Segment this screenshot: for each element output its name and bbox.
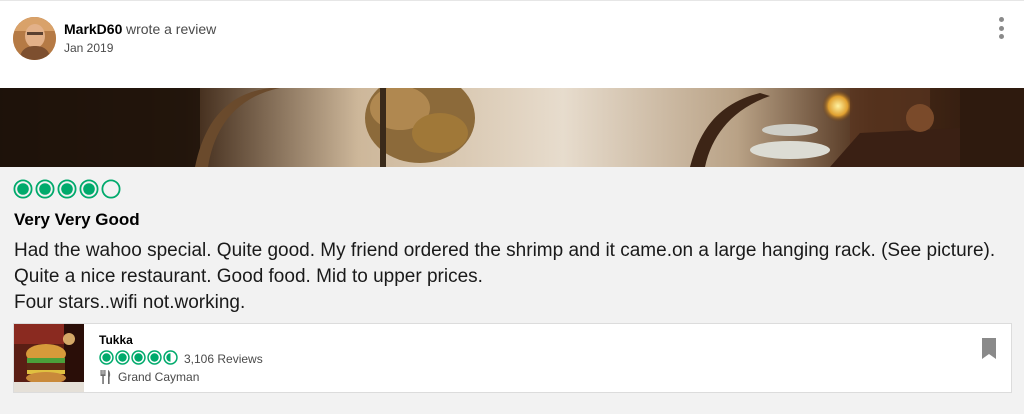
user-avatar[interactable] bbox=[13, 17, 56, 60]
place-card[interactable]: Tukka 3,106 Reviews Grand Cayman bbox=[13, 323, 1012, 393]
rating-bubble-empty-icon bbox=[101, 179, 121, 199]
rating-bubble-icon bbox=[13, 179, 33, 199]
place-rating bbox=[99, 350, 178, 365]
review-header: MarkD60 wrote a review Jan 2019 bbox=[0, 0, 1024, 88]
rating-bubble-icon bbox=[57, 179, 77, 199]
review-rating bbox=[13, 179, 121, 199]
fork-knife-icon bbox=[100, 370, 111, 384]
username[interactable]: MarkD60 bbox=[64, 21, 122, 37]
more-options-button[interactable] bbox=[990, 15, 1012, 41]
place-thumbnail[interactable] bbox=[14, 324, 84, 392]
rating-bubble-icon bbox=[99, 350, 114, 365]
review-title[interactable]: Very Very Good bbox=[14, 210, 140, 230]
review-date: Jan 2019 bbox=[64, 41, 114, 55]
rating-bubble-icon bbox=[79, 179, 99, 199]
dot-icon bbox=[998, 25, 1004, 31]
rating-bubble-icon bbox=[147, 350, 162, 365]
place-name[interactable]: Tukka bbox=[99, 333, 133, 347]
review-action-text: wrote a review bbox=[126, 21, 217, 37]
place-location-label: Grand Cayman bbox=[118, 370, 200, 384]
review-photo[interactable] bbox=[0, 88, 1024, 167]
dot-icon bbox=[998, 34, 1004, 39]
place-location: Grand Cayman bbox=[100, 370, 199, 384]
review-card: MarkD60 wrote a review Jan 2019 Very Ver… bbox=[0, 0, 1024, 414]
review-body: Had the wahoo special. Quite good. My fr… bbox=[14, 240, 996, 313]
rating-bubble-icon bbox=[131, 350, 146, 365]
rating-bubble-icon bbox=[115, 350, 130, 365]
place-review-count[interactable]: 3,106 Reviews bbox=[184, 352, 263, 366]
save-bookmark-button[interactable] bbox=[980, 338, 998, 360]
rating-bubble-half-icon bbox=[163, 350, 178, 365]
rating-bubble-icon bbox=[35, 179, 55, 199]
dot-icon bbox=[998, 17, 1004, 22]
bookmark-icon bbox=[982, 338, 996, 359]
